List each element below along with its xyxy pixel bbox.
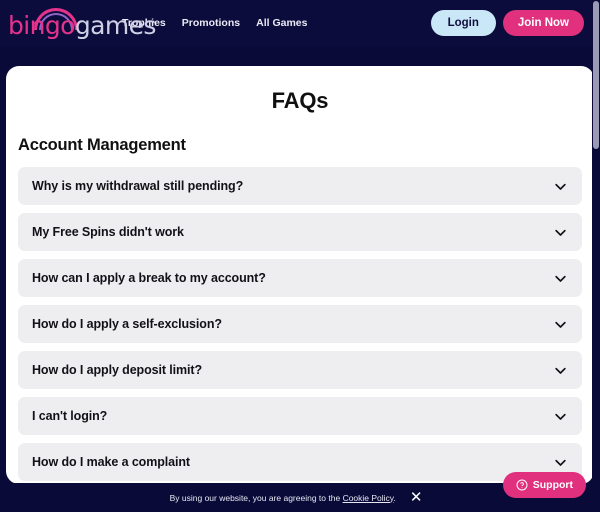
chevron-down-icon[interactable] — [553, 363, 568, 378]
nav-link-promotions[interactable]: Promotions — [182, 17, 240, 29]
faq-accordion-list: Why is my withdrawal still pending? My Fr… — [6, 167, 594, 481]
join-now-button[interactable]: Join Now — [502, 10, 584, 36]
chevron-down-icon[interactable] — [553, 409, 568, 424]
faq-item[interactable]: How do I make a complaint — [18, 443, 582, 481]
faq-item[interactable]: My Free Spins didn't work — [18, 213, 582, 251]
faq-item[interactable]: How can I apply a break to my account? — [18, 259, 582, 297]
chevron-down-icon[interactable] — [553, 317, 568, 332]
faq-item[interactable]: I can't login? — [18, 397, 582, 435]
faq-item[interactable]: How do I apply deposit limit? — [18, 351, 582, 389]
cookie-text-after: . — [393, 492, 396, 503]
site-header: bingogames Trophies Promotions All Games… — [0, 0, 592, 46]
nav-link-all-games[interactable]: All Games — [256, 17, 307, 29]
chevron-down-icon[interactable] — [553, 179, 568, 194]
cookie-banner-text: By using our website, you are agreeing t… — [170, 493, 396, 503]
logo-text-games: games — [74, 11, 157, 40]
faq-question-label: My Free Spins didn't work — [32, 225, 184, 239]
chevron-down-icon[interactable] — [553, 455, 568, 470]
cookie-text-before: By using our website, you are agreeing t… — [169, 492, 343, 503]
login-button[interactable]: Login — [430, 10, 496, 36]
support-button[interactable]: Support — [502, 472, 586, 498]
faq-question-label: How do I apply a self-exclusion? — [32, 317, 222, 331]
page-title: FAQs — [271, 88, 329, 113]
scrollbar-thumb[interactable] — [593, 1, 599, 149]
page-root: bingogames Trophies Promotions All Games… — [0, 0, 600, 512]
content-card: FAQs Account Management Why is my withdr… — [6, 66, 594, 484]
faq-question-label: How can I apply a break to my account? — [32, 271, 266, 285]
site-logo[interactable]: bingogames — [6, 4, 156, 42]
section-title-account-management: Account Management — [18, 136, 186, 154]
chevron-down-icon[interactable] — [553, 225, 568, 240]
support-button-label: Support — [532, 479, 573, 491]
cookie-policy-link[interactable]: Cookie Policy — [343, 493, 394, 503]
close-icon[interactable]: ✕ — [410, 490, 423, 505]
header-actions: Login Join Now — [430, 10, 584, 36]
faq-question-label: How do I apply deposit limit? — [32, 363, 203, 377]
faq-question-label: I can't login? — [32, 409, 108, 423]
faq-question-label: How do I make a complaint — [32, 455, 190, 469]
chevron-down-icon[interactable] — [553, 271, 568, 286]
logo-text: bingogames — [8, 13, 156, 38]
faq-item[interactable]: Why is my withdrawal still pending? — [18, 167, 582, 205]
logo-text-bingo: bingo — [8, 11, 75, 40]
faq-item[interactable]: How do I apply a self-exclusion? — [18, 305, 582, 343]
faq-question-label: Why is my withdrawal still pending? — [32, 179, 244, 193]
question-circle-icon — [516, 479, 528, 491]
